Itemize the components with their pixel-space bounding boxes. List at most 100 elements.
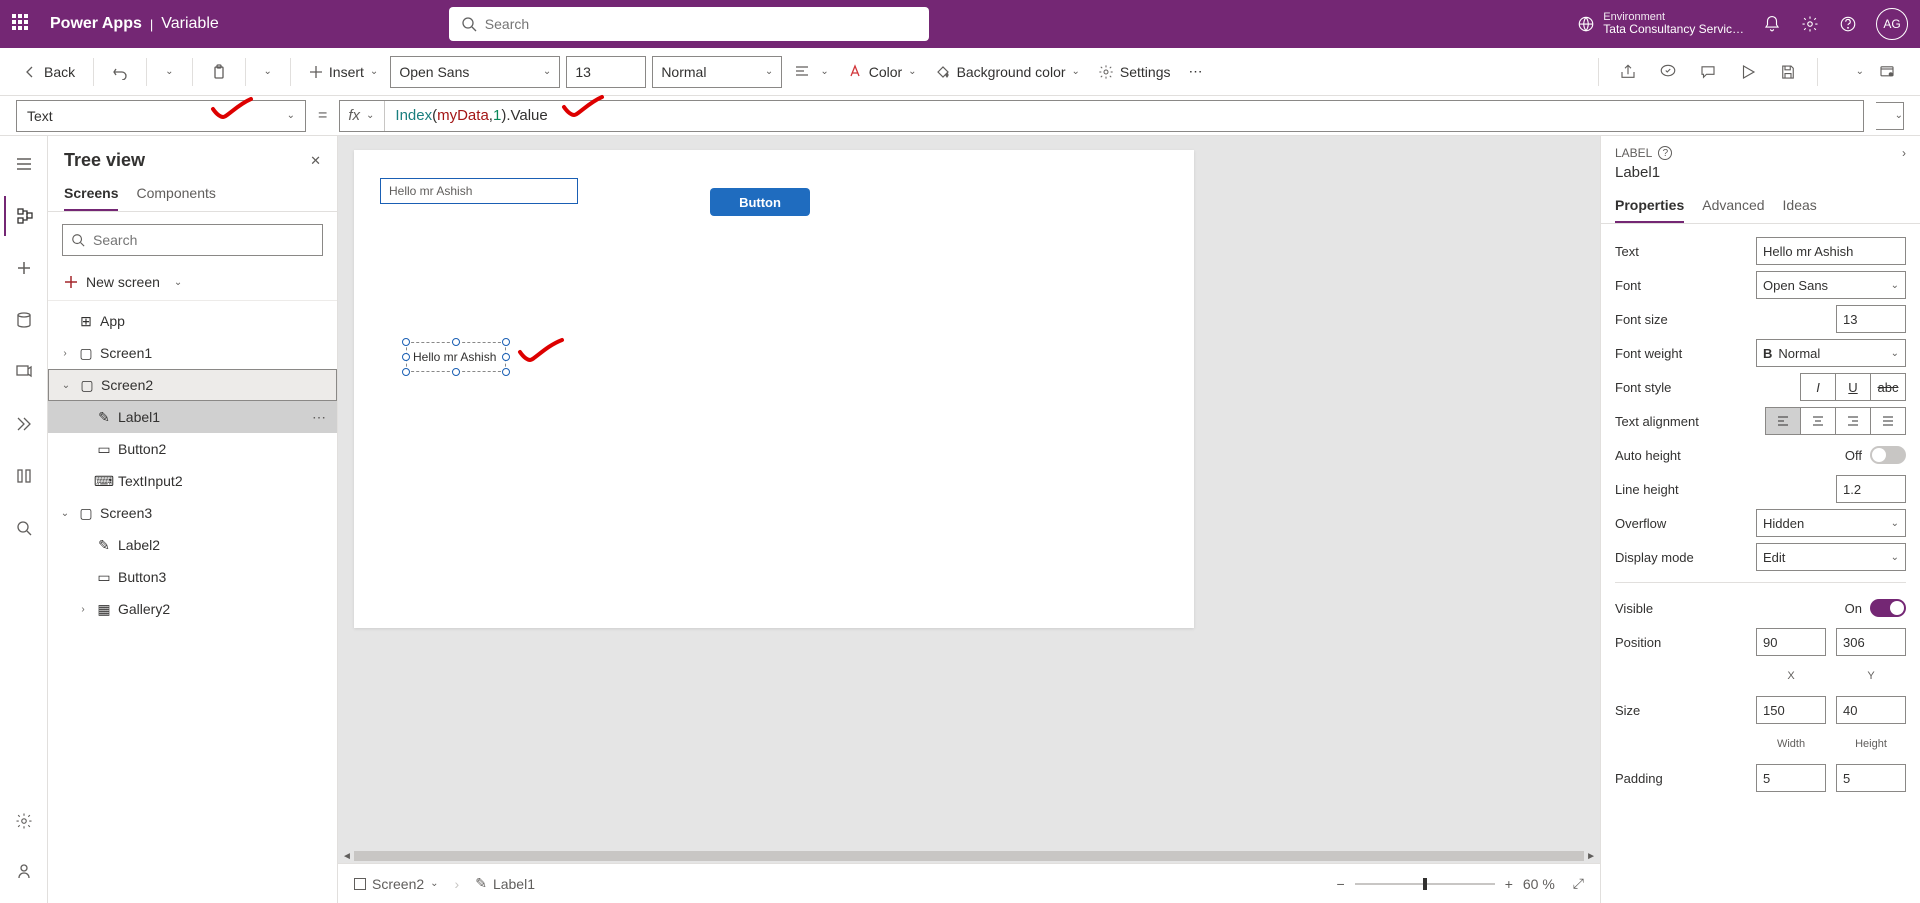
rail-hamburger[interactable] — [4, 144, 44, 184]
prop-displaymode-select[interactable]: Edit⌄ — [1756, 543, 1906, 571]
zoom-out-button[interactable]: − — [1337, 876, 1345, 892]
prop-overflow-select[interactable]: Hidden⌄ — [1756, 509, 1906, 537]
rail-settings[interactable] — [4, 801, 44, 841]
align-center-button[interactable] — [1800, 407, 1836, 435]
prop-pad-right-input[interactable]: 5 — [1836, 764, 1906, 792]
resize-handle[interactable] — [402, 338, 410, 346]
rail-data[interactable] — [4, 300, 44, 340]
resize-handle[interactable] — [502, 353, 510, 361]
resize-handle[interactable] — [402, 368, 410, 376]
align-right-button[interactable] — [1835, 407, 1871, 435]
insert-button[interactable]: Insert ⌄ — [303, 56, 384, 88]
resize-handle[interactable] — [502, 338, 510, 346]
tree-node-screen2[interactable]: ⌄▢Screen2 — [48, 369, 337, 401]
design-canvas[interactable]: Hello mr Ashish Button Hello mr Ashish — [354, 150, 1194, 628]
tree-node-button3[interactable]: ▭Button3 — [48, 561, 337, 593]
tree-search[interactable] — [62, 224, 323, 256]
align-menu[interactable]: ⌄ — [788, 56, 834, 88]
tab-ideas[interactable]: Ideas — [1783, 189, 1817, 223]
undo-button[interactable] — [106, 56, 134, 88]
notifications-icon[interactable] — [1762, 14, 1782, 34]
visible-toggle[interactable] — [1870, 599, 1906, 617]
canvas-button[interactable]: Button — [710, 188, 810, 216]
comments-icon[interactable] — [1691, 55, 1725, 89]
more-icon[interactable]: ⋯ — [312, 409, 327, 426]
strikethrough-button[interactable]: abc — [1870, 373, 1906, 401]
user-avatar[interactable]: AG — [1876, 8, 1908, 40]
align-justify-button[interactable] — [1870, 407, 1906, 435]
resize-handle[interactable] — [452, 338, 460, 346]
prop-height-input[interactable]: 40 — [1836, 696, 1906, 724]
zoom-in-button[interactable]: + — [1505, 876, 1513, 892]
font-size-selector[interactable]: 13 — [566, 56, 646, 88]
rail-tree-view[interactable] — [4, 196, 44, 236]
align-left-button[interactable] — [1765, 407, 1801, 435]
prop-x-input[interactable]: 90 — [1756, 628, 1826, 656]
property-selector[interactable]: Text ⌄ — [16, 100, 306, 132]
share-icon[interactable] — [1611, 55, 1645, 89]
tab-components[interactable]: Components — [136, 185, 215, 211]
tab-advanced[interactable]: Advanced — [1702, 189, 1764, 223]
tree-node-app[interactable]: ⊞App — [48, 305, 337, 337]
prop-y-input[interactable]: 306 — [1836, 628, 1906, 656]
autoheight-toggle[interactable] — [1870, 446, 1906, 464]
horizontal-scrollbar[interactable] — [354, 851, 1584, 861]
app-launcher-icon[interactable] — [12, 14, 32, 34]
tree-node-textinput2[interactable]: ⌨TextInput2 — [48, 465, 337, 497]
prop-width-input[interactable]: 150 — [1756, 696, 1826, 724]
canvas-textinput[interactable]: Hello mr Ashish — [380, 178, 578, 204]
undo-menu[interactable]: ⌄ — [159, 56, 179, 88]
global-search[interactable] — [449, 7, 929, 41]
more-commands[interactable]: ⋯ — [1183, 56, 1209, 88]
rail-insert[interactable] — [4, 248, 44, 288]
breadcrumb-screen[interactable]: Screen2⌄ — [354, 876, 439, 892]
zoom-slider[interactable] — [1355, 883, 1495, 885]
prop-fontweight-select[interactable]: BNormal⌄ — [1756, 339, 1906, 367]
save-icon[interactable] — [1771, 55, 1805, 89]
underline-button[interactable]: U — [1835, 373, 1871, 401]
font-selector[interactable]: Open Sans⌄ — [390, 56, 560, 88]
paste-menu[interactable]: ⌄ — [258, 56, 278, 88]
tab-properties[interactable]: Properties — [1615, 189, 1684, 223]
checker-icon[interactable] — [1651, 55, 1685, 89]
tree-node-button2[interactable]: ▭Button2 — [48, 433, 337, 465]
tree-node-label2[interactable]: ✎Label2 — [48, 529, 337, 561]
info-icon[interactable]: ? — [1658, 146, 1672, 160]
bgcolor-button[interactable]: Background color⌄ — [929, 56, 1086, 88]
preview-icon[interactable] — [1731, 55, 1765, 89]
prop-fontsize-input[interactable]: 13 — [1836, 305, 1906, 333]
tree-node-screen1[interactable]: ›▢Screen1 — [48, 337, 337, 369]
expand-formula-button[interactable]: ⌄ — [1876, 102, 1904, 130]
breadcrumb-control[interactable]: ✎Label1 — [475, 875, 535, 892]
prop-lineheight-input[interactable]: 1.2 — [1836, 475, 1906, 503]
environment-picker[interactable]: Environment Tata Consultancy Servic… — [1577, 11, 1744, 36]
search-input[interactable] — [485, 16, 917, 32]
collapse-panel-button[interactable]: › — [1902, 146, 1906, 160]
resize-handle[interactable] — [452, 368, 460, 376]
new-screen-button[interactable]: New screen ⌄ — [48, 268, 337, 301]
rail-search[interactable] — [4, 508, 44, 548]
color-button[interactable]: Color⌄ — [841, 56, 923, 88]
rail-power-automate[interactable] — [4, 404, 44, 444]
rail-media[interactable] — [4, 352, 44, 392]
close-icon[interactable]: ✕ — [310, 153, 321, 169]
italic-button[interactable]: I — [1800, 373, 1836, 401]
back-button[interactable]: Back — [16, 56, 81, 88]
formula-input[interactable]: fx⌄ Index(myData,1).Value — [339, 100, 1864, 132]
rail-variables[interactable] — [4, 456, 44, 496]
resize-handle[interactable] — [402, 353, 410, 361]
prop-text-input[interactable]: Hello mr Ashish — [1756, 237, 1906, 265]
tab-screens[interactable]: Screens — [64, 185, 118, 211]
font-weight-selector[interactable]: Normal⌄ — [652, 56, 782, 88]
canvas-label-selected[interactable]: Hello mr Ashish — [406, 342, 506, 372]
settings-button[interactable]: Settings — [1092, 56, 1177, 88]
resize-handle[interactable] — [502, 368, 510, 376]
paste-button[interactable] — [205, 56, 233, 88]
publish-icon[interactable] — [1870, 55, 1904, 89]
tree-node-gallery2[interactable]: ›▦Gallery2 — [48, 593, 337, 625]
fit-screen-button[interactable]: ⤢ — [1573, 875, 1584, 892]
tree-node-screen3[interactable]: ⌄▢Screen3 — [48, 497, 337, 529]
prop-font-select[interactable]: Open Sans⌄ — [1756, 271, 1906, 299]
rail-virtual-agent[interactable] — [4, 851, 44, 891]
save-menu[interactable]: ⌄ — [1830, 55, 1864, 89]
